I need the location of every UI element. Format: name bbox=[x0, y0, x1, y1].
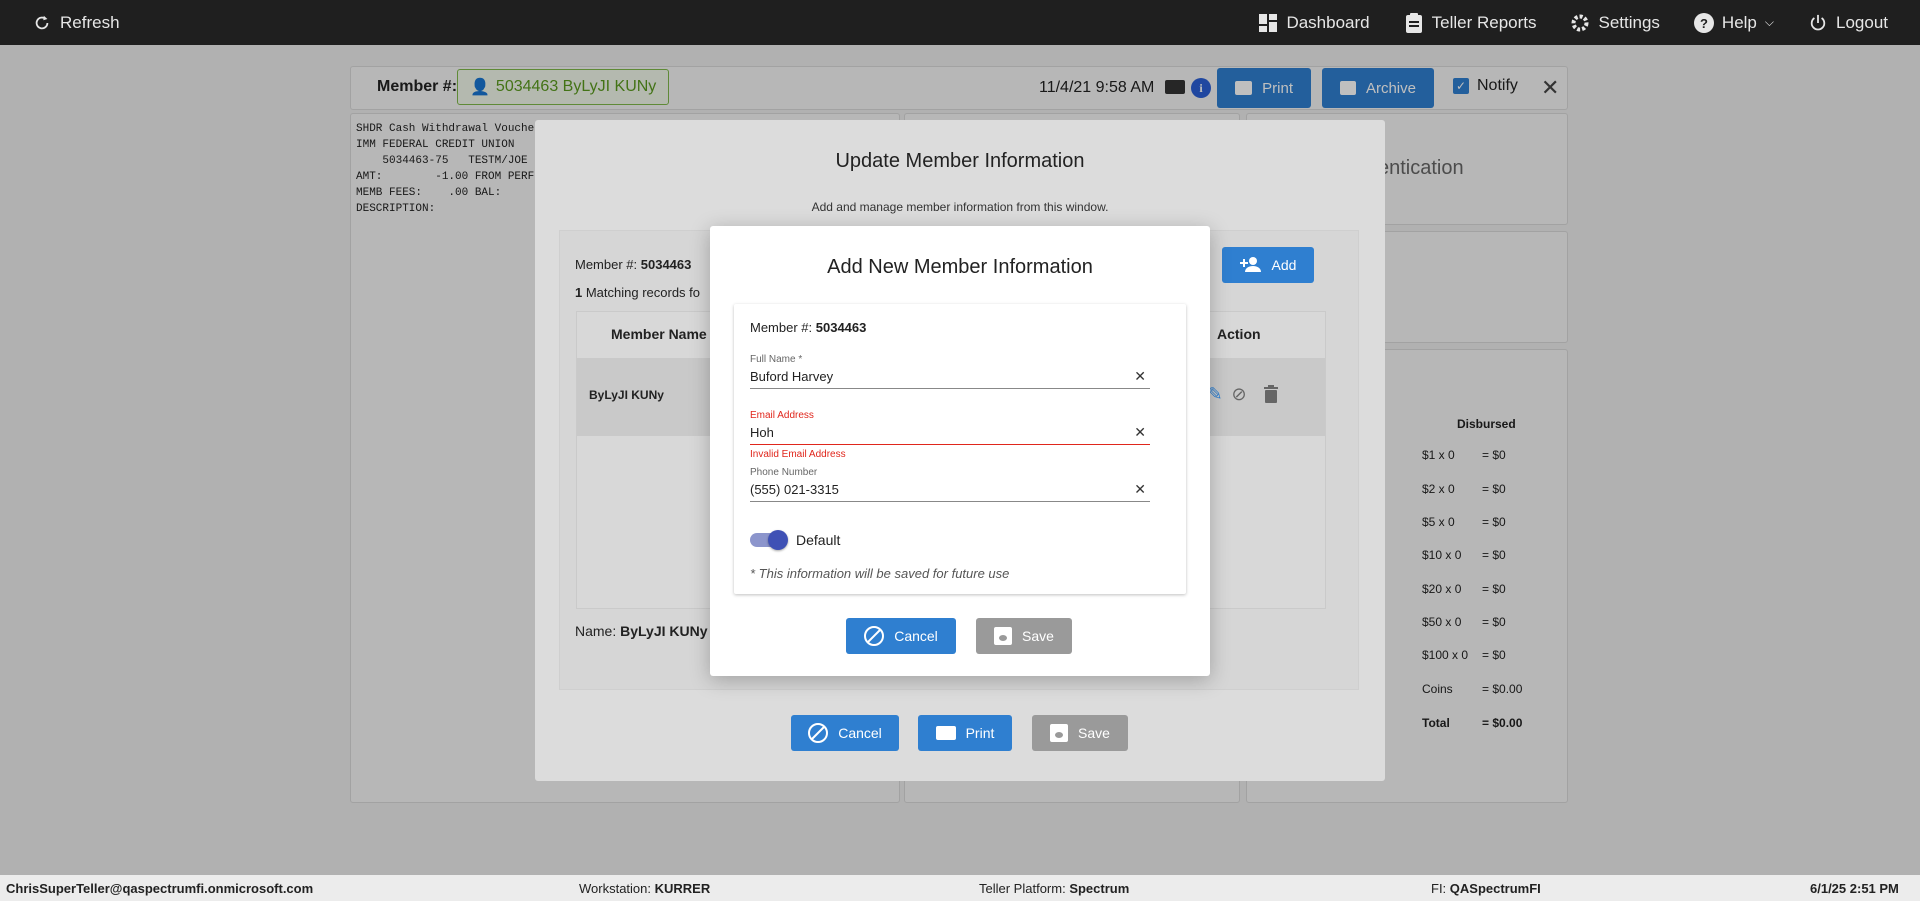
refresh-button[interactable]: Refresh bbox=[32, 0, 120, 45]
refresh-icon bbox=[32, 13, 52, 33]
footer-datetime: 6/1/25 2:51 PM bbox=[1810, 881, 1899, 896]
svg-text:?: ? bbox=[1700, 16, 1708, 31]
clear-icon[interactable]: ✕ bbox=[1134, 424, 1146, 441]
power-icon bbox=[1808, 13, 1828, 33]
trash-icon[interactable] bbox=[1261, 384, 1281, 404]
update-modal-title: Update Member Information bbox=[835, 150, 1085, 172]
update-print-button[interactable]: Print bbox=[918, 715, 1012, 751]
clipboard-icon bbox=[1404, 12, 1424, 33]
add-modal-title: Add New Member Information bbox=[827, 256, 1093, 278]
default-label: Default bbox=[796, 532, 841, 548]
email-input[interactable] bbox=[750, 421, 1150, 445]
update-save-label: Save bbox=[1078, 725, 1110, 741]
printer-icon bbox=[935, 726, 956, 740]
top-nav-right: Dashboard Teller Reports Settings ? Help… bbox=[1258, 0, 1888, 45]
dashboard-label: Dashboard bbox=[1286, 12, 1370, 32]
column-member-name: Member Name bbox=[611, 326, 707, 342]
nav-dashboard[interactable]: Dashboard bbox=[1258, 0, 1370, 45]
add-cancel-button[interactable]: Cancel bbox=[846, 618, 956, 654]
footer-platform: Teller Platform: Spectrum bbox=[979, 881, 1130, 896]
row-member-name: ByLyJI KUNy bbox=[589, 388, 664, 402]
email-field: Email Address ✕ Invalid Email Address bbox=[750, 410, 1150, 460]
email-error-text: Invalid Email Address bbox=[750, 449, 846, 460]
default-toggle[interactable]: Default bbox=[750, 530, 841, 550]
add-label: Add bbox=[1271, 257, 1297, 273]
nav-settings[interactable]: Settings bbox=[1570, 0, 1660, 45]
logout-label: Logout bbox=[1836, 12, 1888, 32]
add-member-modal: Add New Member Information Member #: 503… bbox=[710, 226, 1210, 676]
add-save-label: Save bbox=[1022, 628, 1054, 644]
chevron-down-icon: ⌵ bbox=[1764, 15, 1774, 29]
add-cancel-label: Cancel bbox=[894, 628, 938, 644]
top-nav-bar: Refresh Dashboard Teller Reports Setting… bbox=[0, 0, 1920, 45]
update-cancel-label: Cancel bbox=[838, 725, 882, 741]
full-name-input[interactable] bbox=[750, 365, 1150, 389]
dashboard-icon bbox=[1258, 13, 1278, 33]
refresh-label: Refresh bbox=[60, 12, 120, 32]
gear-icon bbox=[1570, 13, 1590, 33]
phone-label: Phone Number bbox=[750, 467, 818, 478]
add-user-icon bbox=[1239, 256, 1262, 275]
nav-teller-reports[interactable]: Teller Reports bbox=[1404, 0, 1537, 45]
settings-label: Settings bbox=[1598, 12, 1660, 32]
email-label: Email Address bbox=[750, 410, 814, 421]
save-note: * This information will be saved for fut… bbox=[750, 566, 1010, 581]
clear-icon[interactable]: ✕ bbox=[1134, 368, 1146, 385]
add-member-button[interactable]: Add bbox=[1222, 247, 1314, 283]
phone-field: Phone Number ✕ bbox=[750, 467, 1150, 502]
phone-input[interactable] bbox=[750, 478, 1150, 502]
toggle-knob bbox=[768, 530, 788, 550]
add-member-form: Member #: 5034463 Full Name * ✕ Email Ad… bbox=[734, 304, 1186, 594]
teller-reports-label: Teller Reports bbox=[1431, 12, 1537, 32]
full-name-field: Full Name * ✕ bbox=[750, 354, 1150, 389]
footer-fi: FI: QASpectrumFI bbox=[1431, 881, 1541, 896]
nav-logout[interactable]: Logout bbox=[1808, 0, 1888, 45]
help-label: Help bbox=[1721, 12, 1757, 32]
update-save-button[interactable]: Save bbox=[1032, 715, 1128, 751]
footer-workstation: Workstation: KURRER bbox=[579, 881, 711, 896]
cancel-icon bbox=[808, 723, 829, 743]
ban-icon[interactable]: ⊘ bbox=[1229, 384, 1249, 404]
add-save-button[interactable]: Save bbox=[976, 618, 1072, 654]
cancel-icon bbox=[864, 626, 885, 646]
help-circle-icon: ? bbox=[1693, 12, 1714, 33]
update-cancel-button[interactable]: Cancel bbox=[791, 715, 899, 751]
update-print-label: Print bbox=[965, 725, 995, 741]
footer-user: ChrisSuperTeller@qaspectrumfi.onmicrosof… bbox=[6, 881, 314, 896]
clear-icon[interactable]: ✕ bbox=[1134, 481, 1146, 498]
toggle-track[interactable] bbox=[750, 530, 788, 550]
status-footer: ChrisSuperTeller@qaspectrumfi.onmicrosof… bbox=[0, 875, 1920, 901]
add-member-number: Member #: 5034463 bbox=[750, 320, 867, 335]
column-action: Action bbox=[1217, 326, 1261, 342]
update-member-number: Member #: 5034463 bbox=[575, 257, 692, 272]
update-modal-subtitle: Add and manage member information from t… bbox=[811, 200, 1109, 214]
save-icon bbox=[994, 627, 1013, 645]
full-name-label: Full Name * bbox=[750, 354, 803, 365]
nav-help[interactable]: ? Help ⌵ bbox=[1693, 0, 1774, 45]
save-icon bbox=[1050, 724, 1069, 742]
matching-records: 1 Matching records fo bbox=[575, 285, 701, 300]
selected-name: Name: ByLyJI KUNy bbox=[575, 623, 708, 639]
